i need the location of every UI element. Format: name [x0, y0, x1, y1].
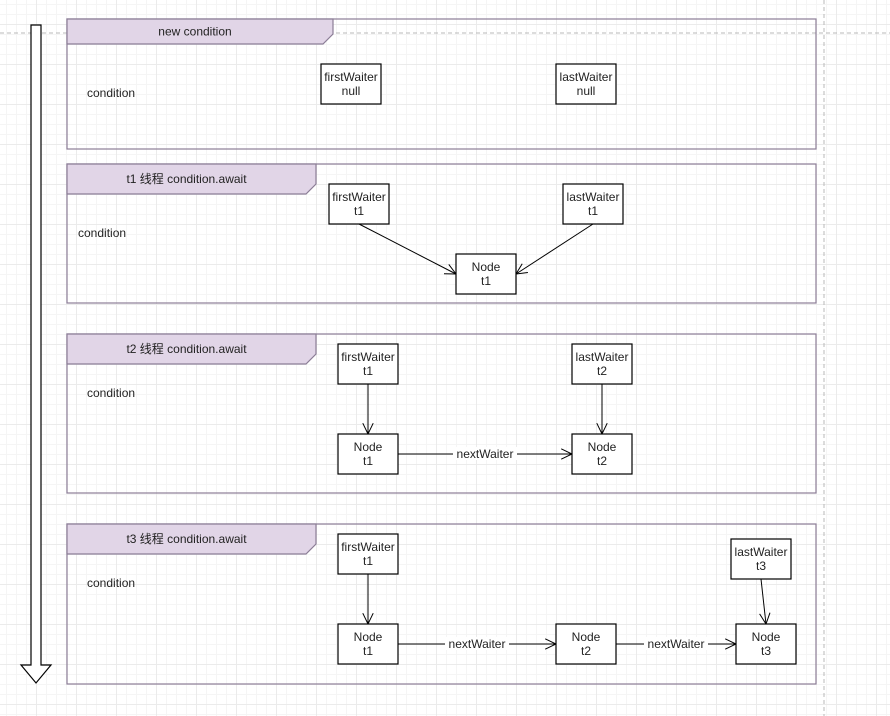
section-frame: t1 线程 condition.await condition firstWaite… [66, 163, 817, 304]
box-title: firstWaiter [332, 190, 386, 204]
node-box[interactable]: Nodet1 [337, 433, 399, 475]
box-title: lastWaiter [560, 70, 613, 84]
section-side-label: condition [87, 86, 135, 100]
box-title: Node [572, 630, 601, 644]
box-value: t1 [363, 644, 373, 658]
first-waiter-box[interactable]: firstWaitert1 [328, 183, 390, 225]
section-title: new condition [158, 25, 231, 39]
first-waiter-box[interactable]: firstWaitert1 [337, 533, 399, 575]
section-title: t3 线程 condition.await [126, 531, 247, 546]
box-value: t3 [756, 559, 766, 573]
box-value: t3 [761, 644, 771, 658]
timeline-down-arrow-icon[interactable] [19, 24, 53, 684]
edge[interactable] [759, 578, 771, 626]
box-value: t1 [481, 274, 491, 288]
edge-label: nextWaiter [449, 637, 506, 651]
node-box[interactable]: Nodet1 [337, 623, 399, 665]
section-side-label: condition [87, 386, 135, 400]
node-box[interactable]: Nodet2 [555, 623, 617, 665]
box-value: t2 [597, 364, 607, 378]
last-waiter-box[interactable]: lastWaitert2 [571, 343, 633, 385]
section-frame: new conditionconditionfirstWaiternulllas… [66, 18, 817, 150]
edge-label: nextWaiter [648, 637, 705, 651]
last-waiter-box[interactable]: lastWaitert1 [562, 183, 624, 225]
edge[interactable] [515, 223, 594, 275]
node-box[interactable]: Nodet2 [571, 433, 633, 475]
section-frame: t3 线程 condition.await condition nextWaiter… [66, 523, 817, 685]
box-value: t2 [581, 644, 591, 658]
box-value: t1 [363, 364, 373, 378]
edge-line [358, 223, 457, 275]
box-title: firstWaiter [324, 70, 378, 84]
edge[interactable]: nextWaiter [398, 447, 574, 461]
section-side-label: condition [78, 226, 126, 240]
box-value: t1 [354, 204, 364, 218]
edge[interactable]: nextWaiter [616, 637, 738, 651]
box-title: lastWaiter [567, 190, 620, 204]
node-box[interactable]: Nodet3 [735, 623, 797, 665]
box-title: lastWaiter [735, 545, 788, 559]
box-title: Node [354, 630, 383, 644]
box-value: t1 [363, 454, 373, 468]
diagram-canvas: new conditionconditionfirstWaiternulllas… [0, 0, 890, 716]
sections-layer: new conditionconditionfirstWaiternulllas… [66, 18, 817, 685]
box-title: firstWaiter [341, 540, 395, 554]
box-value: t2 [597, 454, 607, 468]
section-title: t1 线程 condition.await [126, 171, 247, 186]
box-title: Node [752, 630, 781, 644]
section-frame: t2 线程 condition.await condition nextWaiter… [66, 333, 817, 494]
box-title: firstWaiter [341, 350, 395, 364]
box-title: Node [354, 440, 383, 454]
first-waiter-box[interactable]: firstWaiternull [320, 63, 382, 105]
box-title: Node [472, 260, 501, 274]
edge[interactable] [596, 384, 608, 436]
edge-label: nextWaiter [457, 447, 514, 461]
box-value: null [342, 84, 361, 98]
box-title: lastWaiter [576, 350, 629, 364]
edge-line [515, 223, 594, 275]
edge[interactable]: nextWaiter [398, 637, 558, 651]
edge[interactable] [358, 223, 458, 275]
box-value: t1 [588, 204, 598, 218]
last-waiter-box[interactable]: lastWaitert3 [730, 538, 792, 580]
edge[interactable] [362, 384, 374, 436]
node-box[interactable]: Nodet1 [455, 253, 517, 295]
first-waiter-box[interactable]: firstWaitert1 [337, 343, 399, 385]
last-waiter-box[interactable]: lastWaiternull [555, 63, 617, 105]
box-value: null [577, 84, 596, 98]
box-title: Node [588, 440, 617, 454]
section-title: t2 线程 condition.await [126, 341, 247, 356]
section-side-label: condition [87, 576, 135, 590]
edge[interactable] [362, 574, 374, 626]
box-value: t1 [363, 554, 373, 568]
